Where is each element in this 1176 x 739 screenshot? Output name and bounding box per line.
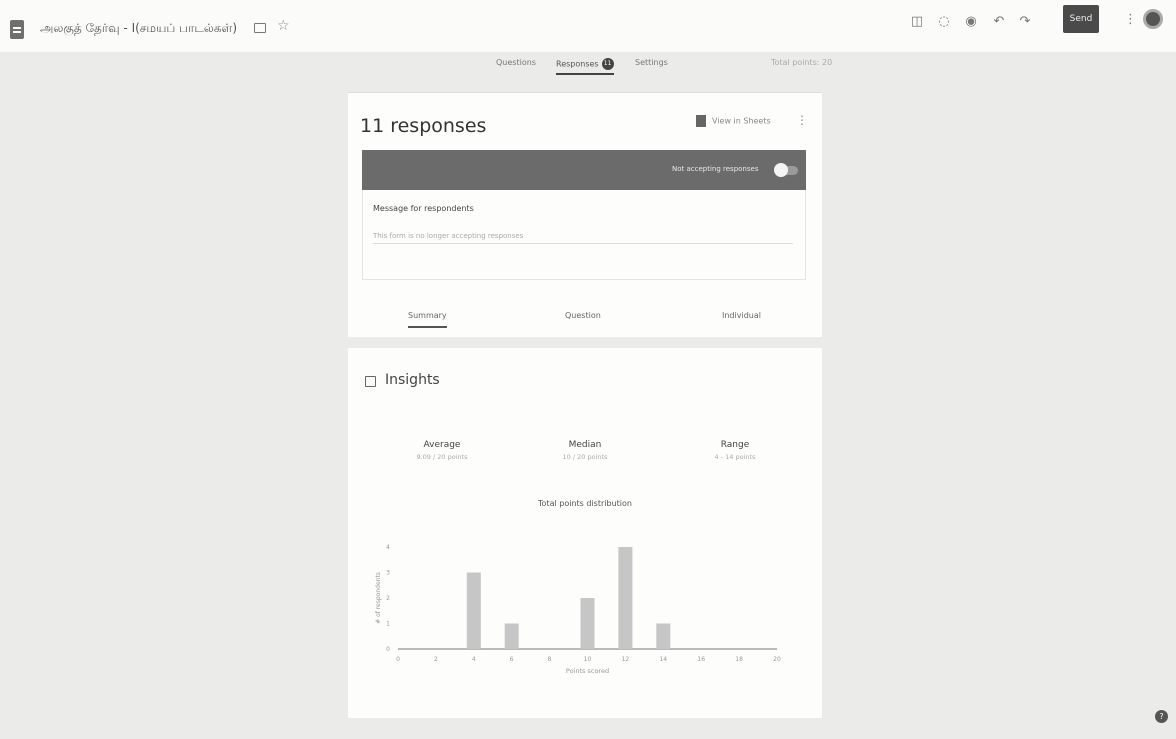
stat-range-label: Range (720, 440, 750, 450)
y-tick-label-0: 0 (386, 646, 390, 653)
insights-icon (365, 376, 376, 387)
responses-count-badge: 11 (601, 58, 614, 70)
more-options-icon[interactable]: ⋮ (1124, 12, 1137, 27)
view-in-sheets-label: View in Sheets (712, 116, 771, 126)
y-tick-label-1: 1 (386, 621, 390, 628)
x-tick-label-3: 6 (510, 656, 514, 663)
sheets-icon (696, 115, 706, 127)
avatar[interactable] (1143, 9, 1163, 29)
y-tick-label-4: 4 (386, 544, 390, 551)
forms-doc-icon[interactable] (10, 20, 24, 39)
x-tick-label-10: 20 (773, 656, 781, 663)
message-input[interactable] (373, 232, 793, 244)
tab-questions[interactable]: Questions (496, 58, 536, 67)
doc-title[interactable]: அலகுத் தேர்வு - I(சமயப் பாடல்கள்) (40, 21, 237, 37)
stat-median: Median 10 / 20 points (525, 440, 645, 461)
total-points: Total points: 20 (771, 58, 833, 67)
x-tick-label-8: 16 (697, 656, 705, 663)
palette-icon[interactable]: ◌ (935, 14, 953, 29)
accepting-responses-banner: Not accepting responses (362, 150, 806, 190)
x-axis-label: Points scored (566, 667, 609, 675)
bar-12-points (618, 547, 633, 649)
message-for-respondents-box: Message for respondents (362, 190, 806, 280)
chart-title: Total points distribution (538, 499, 632, 508)
bar-10-points (580, 598, 595, 649)
insights-title: Insights (385, 372, 440, 388)
x-tick-label-6: 12 (622, 656, 630, 663)
bar-6-points (504, 623, 519, 649)
y-axis-label: # of respondents (375, 572, 382, 624)
stat-median-label: Median (568, 440, 602, 450)
responses-more-icon[interactable]: ⋮ (796, 113, 808, 127)
stat-average-label: Average (423, 440, 461, 450)
star-icon[interactable]: ☆ (277, 18, 290, 34)
tab-responses[interactable]: Responses 11 (556, 58, 614, 75)
bar-4-points (466, 572, 481, 649)
x-tick-label-7: 14 (659, 656, 667, 663)
y-tick-label-3: 3 (386, 570, 390, 577)
undo-icon[interactable]: ↶ (990, 14, 1008, 29)
responses-count-title: 11 responses (360, 115, 487, 137)
form-tabs: Questions Responses 11 Settings Total poi… (0, 58, 1176, 78)
stat-average: Average 9.09 / 20 points (382, 440, 502, 461)
x-tick-label-1: 2 (434, 656, 438, 663)
x-tick-label-0: 0 (396, 656, 400, 663)
bar-14-points (656, 623, 671, 649)
tab-responses-label: Responses (556, 59, 599, 69)
send-button[interactable]: Send (1063, 5, 1099, 33)
stat-median-value: 10 / 20 points (562, 453, 608, 461)
stat-range-value: 4 - 14 points (714, 453, 756, 461)
subtab-question[interactable]: Question (565, 311, 601, 320)
x-tick-label-2: 4 (472, 656, 476, 663)
customize-theme-icon[interactable]: ◫ (908, 14, 926, 29)
help-icon[interactable]: ? (1155, 710, 1168, 723)
subtab-summary[interactable]: Summary (408, 311, 447, 328)
stat-range: Range 4 - 14 points (675, 440, 795, 461)
view-in-sheets-button[interactable]: View in Sheets (696, 115, 771, 127)
redo-icon[interactable]: ↷ (1016, 14, 1034, 29)
preview-eye-icon[interactable]: ◉ (962, 14, 980, 29)
accepting-responses-label: Not accepting responses (672, 165, 759, 173)
accepting-responses-toggle[interactable] (774, 163, 798, 177)
message-label: Message for respondents (373, 204, 474, 213)
x-tick-label-4: 8 (548, 656, 552, 663)
points-distribution-chart: 012340 2 4 6 8 10 12 14 16 18 20Points scored# of … (375, 544, 781, 675)
responses-card: 11 responses View in Sheets ⋮ Not accept… (348, 92, 822, 337)
x-tick-label-9: 18 (735, 656, 743, 663)
top-bar: அலகுத் தேர்வு - I(சமயப் பாடல்கள்) ☆ ◫ ◌ … (0, 0, 1176, 52)
x-tick-label-5: 10 (584, 656, 592, 663)
y-tick-label-2: 2 (386, 595, 390, 602)
move-to-folder-icon[interactable] (254, 23, 266, 33)
stat-average-value: 9.09 / 20 points (416, 453, 468, 461)
toggle-knob (774, 163, 788, 177)
subtab-individual[interactable]: Individual (722, 311, 761, 320)
tab-settings[interactable]: Settings (635, 58, 668, 67)
insights-card: Insights Average 9.09 / 20 points Median… (348, 348, 822, 718)
